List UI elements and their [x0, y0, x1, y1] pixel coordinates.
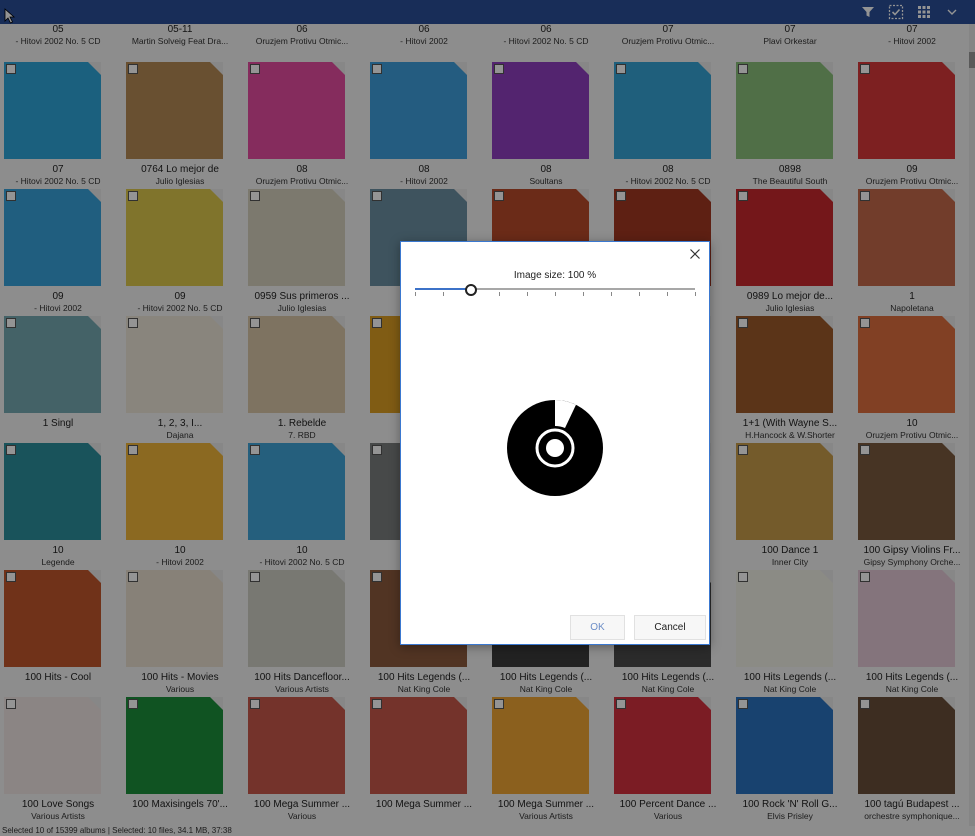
- slider-tick: [527, 292, 528, 296]
- slider-tick: [667, 292, 668, 296]
- slider-ticks: [415, 292, 696, 298]
- slider-tick: [583, 292, 584, 296]
- slider-tick: [443, 292, 444, 296]
- slider-tick: [499, 292, 500, 296]
- slider-fill: [415, 288, 471, 290]
- slider-tick: [415, 292, 416, 296]
- slider-tick: [639, 292, 640, 296]
- slider-tick: [555, 292, 556, 296]
- image-size-dialog: Image size: 100 % OK Cancel: [400, 241, 710, 645]
- cd-disc-icon: [507, 400, 603, 496]
- slider-thumb[interactable]: [465, 284, 477, 296]
- close-icon[interactable]: [688, 247, 702, 261]
- slider-tick: [611, 292, 612, 296]
- ok-button[interactable]: OK: [570, 615, 625, 640]
- cancel-button[interactable]: Cancel: [634, 615, 706, 640]
- image-size-slider[interactable]: [415, 284, 696, 304]
- slider-tick: [695, 292, 696, 296]
- image-size-label: Image size: 100 %: [513, 270, 597, 281]
